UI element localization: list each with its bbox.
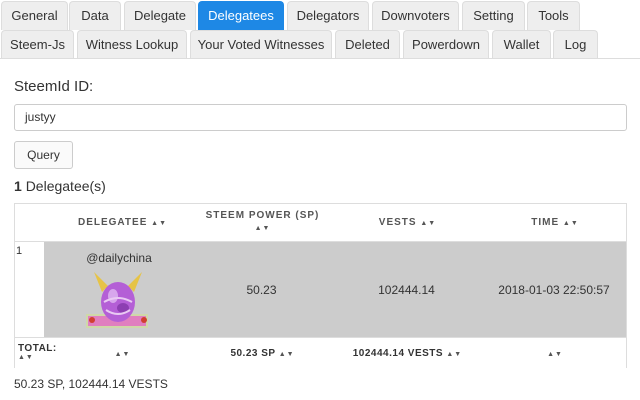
steem-power-value: 50.23 bbox=[246, 283, 277, 297]
tab-wallet[interactable]: Wallet bbox=[492, 30, 551, 59]
tab-your-voted-witnesses[interactable]: Your Voted Witnesses bbox=[190, 30, 332, 59]
footer-vests-total-value: 102444.14 VESTS bbox=[352, 348, 444, 359]
vests-value: 102444.14 bbox=[378, 283, 435, 297]
delegatee-count-label: Delegatee(s) bbox=[25, 178, 106, 194]
header-steem-power[interactable]: STEEM POWER (SP) ▲▼ bbox=[200, 209, 325, 235]
tab-steem-js[interactable]: Steem-Js bbox=[1, 30, 74, 59]
sort-icon: ▲▼ bbox=[446, 351, 463, 358]
avatar bbox=[86, 268, 150, 330]
footer-sp-total[interactable]: 50.23 SP ▲▼ bbox=[200, 348, 325, 359]
sort-icon: ▲▼ bbox=[278, 351, 295, 358]
sort-icon: ▲▼ bbox=[420, 220, 437, 227]
table-row: 1 @dailychina 50.23 102444.14 2018-01-03… bbox=[15, 242, 626, 337]
tab-log[interactable]: Log bbox=[553, 30, 598, 59]
steemid-label: SteemId ID: bbox=[14, 78, 94, 95]
sort-icon: ▲▼ bbox=[254, 225, 271, 232]
header-vests-label: VESTS bbox=[378, 217, 417, 228]
delegatee-count: 1 Delegatee(s) bbox=[14, 178, 106, 194]
tab-deleted[interactable]: Deleted bbox=[335, 30, 400, 59]
time-value: 2018-01-03 22:50:57 bbox=[498, 283, 610, 297]
tab-witness-lookup[interactable]: Witness Lookup bbox=[77, 30, 187, 59]
sort-icon: ▲▼ bbox=[562, 220, 579, 227]
footer-sp-total-value: 50.23 SP bbox=[230, 348, 276, 359]
query-button[interactable]: Query bbox=[14, 141, 73, 169]
tab-downvoters[interactable]: Downvoters bbox=[372, 1, 459, 30]
delegatee-count-number: 1 bbox=[14, 178, 22, 194]
tab-delegate[interactable]: Delegate bbox=[124, 1, 196, 30]
row-cells: @dailychina 50.23 102444.14 2018-01-03 2… bbox=[44, 242, 626, 337]
avatar-egg-image bbox=[86, 272, 148, 328]
row-index: 1 bbox=[15, 242, 44, 337]
tab-general[interactable]: General bbox=[1, 1, 68, 30]
tab-delegatees[interactable]: Delegatees bbox=[198, 1, 284, 30]
sort-icon: ▲▼ bbox=[547, 351, 563, 358]
header-delegatee[interactable]: DELEGATEE ▲▼ bbox=[45, 216, 200, 230]
tab-bar: General Data Delegate Delegatees Delegat… bbox=[0, 0, 640, 60]
tab-powerdown[interactable]: Powerdown bbox=[403, 30, 489, 59]
table-header: DELEGATEE ▲▼ STEEM POWER (SP) ▲▼ VESTS ▲… bbox=[15, 204, 626, 242]
sort-icon: ▲▼ bbox=[151, 220, 168, 227]
header-time[interactable]: TIME ▲▼ bbox=[485, 216, 625, 230]
summary-text: 50.23 SP, 102444.14 VESTS bbox=[14, 377, 168, 391]
header-steem-power-label: STEEM POWER (SP) bbox=[205, 210, 320, 221]
footer-time-sort[interactable]: ▲▼ bbox=[485, 348, 625, 359]
header-time-label: TIME bbox=[531, 217, 560, 228]
footer-delegatee-sort[interactable]: ▲▼ bbox=[45, 348, 200, 359]
tab-tools[interactable]: Tools bbox=[527, 1, 580, 30]
sort-icon: ▲▼ bbox=[114, 351, 131, 358]
delegatees-table: DELEGATEE ▲▼ STEEM POWER (SP) ▲▼ VESTS ▲… bbox=[14, 203, 627, 368]
delegatee-link[interactable]: @dailychina bbox=[44, 251, 194, 265]
header-delegatee-label: DELEGATEE bbox=[77, 217, 148, 228]
footer-vests-total[interactable]: 102444.14 VESTS ▲▼ bbox=[330, 348, 485, 359]
header-vests[interactable]: VESTS ▲▼ bbox=[330, 216, 485, 230]
tab-data[interactable]: Data bbox=[69, 1, 121, 30]
steemid-input[interactable]: justyy bbox=[14, 104, 627, 131]
tab-setting[interactable]: Setting bbox=[462, 1, 525, 30]
tabs-divider bbox=[0, 58, 640, 59]
table-footer: TOTAL: ▲▼ ▲▼ 50.23 SP ▲▼ 102444.14 VESTS… bbox=[15, 337, 626, 368]
tab-delegators[interactable]: Delegators bbox=[287, 1, 369, 30]
